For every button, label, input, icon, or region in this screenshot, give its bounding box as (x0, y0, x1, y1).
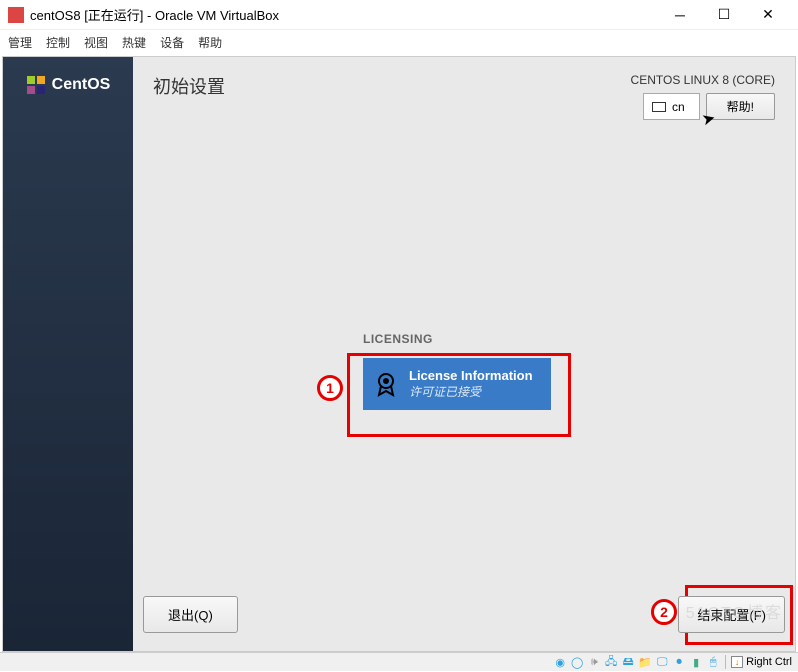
hostkey-status-icon: ↓ (731, 656, 743, 668)
centos-logo-icon (26, 75, 46, 95)
hostkey-indicator[interactable]: ↓ Right Ctrl (731, 656, 792, 668)
hostkey-label: Right Ctrl (746, 656, 792, 668)
window-controls: ─ ☐ ✕ (668, 3, 790, 27)
keyboard-layout-selector[interactable]: cn (643, 93, 700, 120)
page-header: 初始设置 CENTOS LINUX 8 (CORE) cn 帮助! (153, 73, 775, 120)
help-button[interactable]: 帮助! (706, 93, 775, 120)
license-badge-icon (373, 371, 399, 397)
annotation-circle-2: 2 (651, 599, 677, 625)
sb-shared-folders-icon[interactable]: 📁 (638, 655, 652, 669)
window-titlebar: centOS8 [正在运行] - Oracle VM VirtualBox ─ … (0, 0, 798, 30)
maximize-button[interactable]: ☐ (712, 3, 736, 27)
quit-button[interactable]: 退出(Q) (143, 596, 238, 633)
sb-recording-icon[interactable]: ⏺ (672, 655, 686, 669)
licensing-section: LICENSING License Information 许可证已接受 (363, 332, 551, 410)
sb-optical-icon[interactable]: ◯ (570, 655, 584, 669)
menu-help[interactable]: 帮助 (198, 34, 222, 51)
sb-cpu-icon[interactable]: ▮ (689, 655, 703, 669)
centos-brand-text: CentOS (52, 76, 111, 94)
centos-brand: CentOS (26, 75, 111, 95)
menu-hotkeys[interactable]: 热键 (122, 34, 146, 51)
main-panel: 初始设置 CENTOS LINUX 8 (CORE) cn 帮助! ➤ LICE… (133, 57, 795, 651)
license-subtitle: 许可证已接受 (409, 385, 533, 401)
sb-network-icon[interactable]: 🖧 (604, 655, 618, 669)
header-right: CENTOS LINUX 8 (CORE) cn 帮助! (631, 73, 775, 120)
menu-manage[interactable]: 管理 (8, 34, 32, 51)
sb-hdd-icon[interactable]: ◉ (553, 655, 567, 669)
sb-usb-icon[interactable]: 🖴 (621, 655, 635, 669)
vm-display: CentOS 初始设置 CENTOS LINUX 8 (CORE) cn 帮助!… (2, 56, 796, 652)
menu-control[interactable]: 控制 (46, 34, 70, 51)
distro-label: CENTOS LINUX 8 (CORE) (631, 73, 775, 87)
sb-audio-icon[interactable]: 🕪 (587, 655, 601, 669)
menubar: 管理 控制 视图 热键 设备 帮助 (0, 30, 798, 54)
vm-statusbar: ◉ ◯ 🕪 🖧 🖴 📁 🖵 ⏺ ▮ 🖱 ↓ Right Ctrl (0, 652, 798, 671)
close-button[interactable]: ✕ (756, 3, 780, 27)
virtualbox-icon (8, 7, 24, 23)
sb-mouse-icon[interactable]: 🖱 (706, 655, 720, 669)
annotation-circle-1: 1 (317, 375, 343, 401)
menu-devices[interactable]: 设备 (160, 34, 184, 51)
license-information-button[interactable]: License Information 许可证已接受 (363, 358, 551, 410)
sb-display-icon[interactable]: 🖵 (655, 655, 669, 669)
keyboard-icon (652, 102, 666, 112)
licensing-section-label: LICENSING (363, 332, 551, 346)
keyboard-layout-value: cn (672, 100, 685, 114)
license-title: License Information (409, 368, 533, 385)
minimize-button[interactable]: ─ (668, 3, 692, 27)
page-title: 初始设置 (153, 73, 225, 99)
menu-view[interactable]: 视图 (84, 34, 108, 51)
window-title: centOS8 [正在运行] - Oracle VM VirtualBox (30, 5, 668, 24)
sidebar: CentOS (3, 57, 133, 651)
finish-config-button[interactable]: 结束配置(F) (678, 596, 785, 633)
